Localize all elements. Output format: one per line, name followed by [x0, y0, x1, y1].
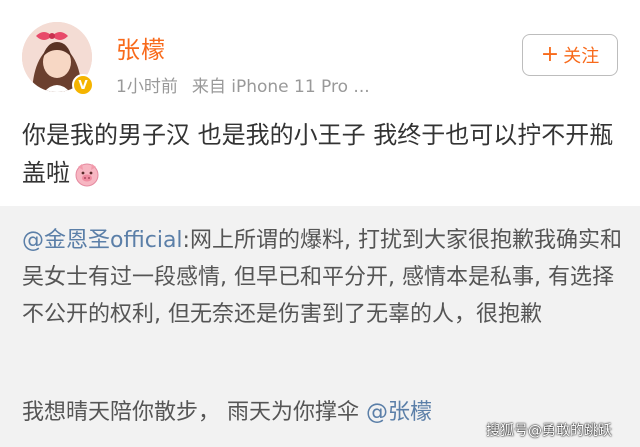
quote-mention[interactable]: @张檬 [366, 400, 432, 425]
follow-button[interactable]: + 关注 [522, 34, 618, 76]
plus-icon: + [540, 42, 560, 67]
post-text-content: 你是我的男子汉 也是我的小王子 我终于也可以拧不开瓶盖啦 [22, 121, 614, 187]
watermark: 搜狐号@勇敢的跳跃 [486, 423, 612, 439]
post-source: 来自 iPhone 11 Pro ... [191, 77, 370, 97]
repost-author-mention[interactable]: @金恩圣official [22, 228, 183, 253]
pig-face-emoji [74, 160, 100, 198]
post-header: V 张檬 1小时前 来自 iPhone 11 Pro ... + 关注 [0, 0, 640, 110]
repost-box[interactable]: @金恩圣official:网上所谓的爆料, 打扰到大家很抱歉我确实和吴女士有过一… [0, 206, 640, 447]
follow-label: 关注 [563, 46, 600, 67]
author-name[interactable]: 张檬 [116, 30, 166, 65]
post-text: 你是我的男子汉 也是我的小王子 我终于也可以拧不开瓶盖啦 [22, 116, 622, 198]
post-meta: 1小时前 来自 iPhone 11 Pro ... [116, 72, 370, 97]
repost-text: @金恩圣official:网上所谓的爆料, 打扰到大家很抱歉我确实和吴女士有过一… [22, 222, 622, 333]
verified-icon: V [72, 74, 94, 96]
post-time: 1小时前 [116, 77, 178, 97]
repost-quote-text: 我想晴天陪你散步， 雨天为你撑伞 [22, 400, 366, 425]
